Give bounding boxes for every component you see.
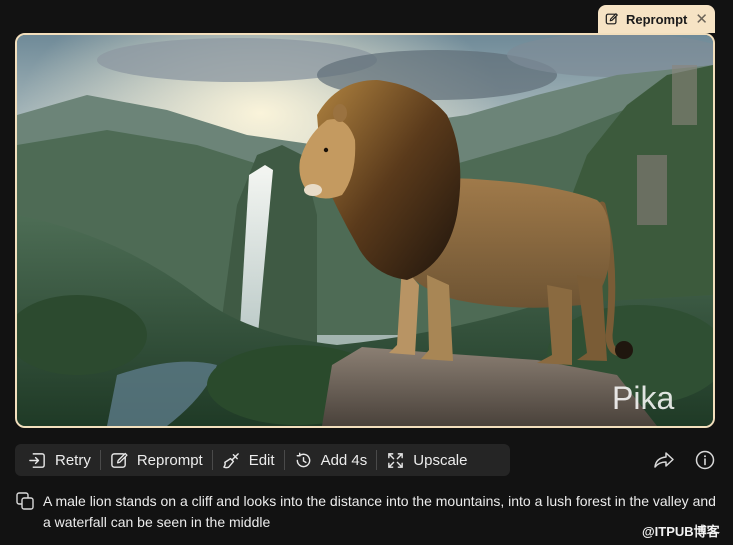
- reprompt-button[interactable]: Reprompt: [101, 444, 212, 476]
- action-toolbar: Retry Reprompt Edit Add 4s Upscale: [15, 444, 510, 476]
- add-4s-label: Add 4s: [320, 451, 368, 469]
- copy-icon[interactable]: [16, 492, 34, 510]
- timer-add-icon: [296, 452, 310, 467]
- share-icon[interactable]: [653, 449, 675, 471]
- prompt-text: A male lion stands on a cliff and looks …: [43, 493, 716, 530]
- info-icon[interactable]: [695, 450, 715, 470]
- pika-logo: Pika: [612, 380, 674, 416]
- edit-icon: [605, 13, 618, 25]
- source-watermark: @ITPUB博客: [642, 524, 720, 539]
- lion-scene-image: Pika: [17, 35, 713, 426]
- edit-label: Edit: [248, 451, 275, 469]
- edit-button[interactable]: Edit: [213, 444, 284, 476]
- reprompt-tab[interactable]: Reprompt ✕: [598, 5, 715, 33]
- upscale-label: Upscale: [413, 451, 468, 469]
- retry-button[interactable]: Retry: [19, 444, 100, 476]
- retry-icon: [29, 452, 45, 468]
- reprompt-tab-label: Reprompt: [626, 11, 688, 27]
- retry-label: Retry: [55, 451, 91, 469]
- close-icon[interactable]: ✕: [695, 12, 708, 27]
- brush-icon: [222, 452, 239, 468]
- reprompt-label: Reprompt: [136, 451, 203, 469]
- expand-icon: [388, 452, 404, 468]
- upscale-button[interactable]: Upscale: [377, 444, 476, 476]
- video-preview[interactable]: Pika: [15, 33, 715, 428]
- pika-generation-view: Reprompt ✕ Pika Retry Reprompt Edit Add …: [0, 0, 733, 545]
- add-4s-button[interactable]: Add 4s: [285, 444, 377, 476]
- edit-icon: [111, 452, 128, 468]
